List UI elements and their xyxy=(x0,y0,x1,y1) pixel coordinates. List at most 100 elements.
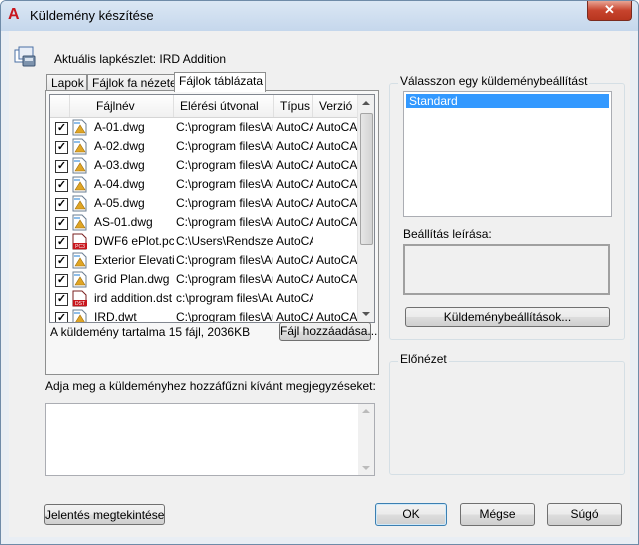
include-checkbox[interactable]: ✓ xyxy=(55,179,68,192)
cell-type: AutoCA xyxy=(276,158,313,172)
table-row[interactable]: ✓ Grid Plan.dwg C:\program files\Aut AutoC A… xyxy=(50,270,359,289)
preview-label: Előnézet xyxy=(398,352,449,366)
cell-path: C:\Users\Rendszerg xyxy=(176,234,273,248)
window-title: Küldemény készítése xyxy=(30,8,154,23)
cell-version: AutoCAD xyxy=(316,196,359,210)
scroll-down-icon[interactable] xyxy=(362,312,370,316)
header-type[interactable]: Típus xyxy=(274,95,313,117)
tab-sheets[interactable]: Lapok xyxy=(46,74,87,91)
dwg-file-icon xyxy=(72,138,88,155)
cell-version xyxy=(316,232,359,251)
table-row[interactable]: ✓ A-03.dwg C:\program files\AutAutoCAAutoC… xyxy=(50,156,359,175)
cell-version: AutoCAD xyxy=(316,310,359,323)
cell-version: AutoCAD xyxy=(316,272,359,286)
cell-type: AutoCA xyxy=(276,310,313,323)
cell-version: AutoCAD xyxy=(316,253,359,267)
cell-path: C:\program files\Aut xyxy=(176,177,273,191)
cell-path: C:\program files\Aut xyxy=(176,139,273,153)
dialog-window: A Küldemény készítése ✕ Aktuális lapkész… xyxy=(0,0,639,545)
include-checkbox[interactable]: ✓ xyxy=(55,122,68,135)
dwg-file-icon xyxy=(72,119,88,136)
notes-textarea[interactable] xyxy=(45,403,375,476)
transmittal-setups-button[interactable]: Küldeménybeállítások... xyxy=(405,307,610,327)
scroll-up-icon[interactable] xyxy=(362,101,370,105)
table-row[interactable]: ✓ AS-01.dwg C:\program files\AutAutoCAAuto… xyxy=(50,213,359,232)
dwg-file-icon xyxy=(72,195,88,212)
include-checkbox[interactable]: ✓ xyxy=(55,293,68,306)
table-row[interactable]: ✓ IRD.dwt C:\program files\AutAutoCAAutoCA… xyxy=(50,308,359,323)
include-checkbox[interactable]: ✓ xyxy=(55,274,68,287)
header-filename[interactable]: Fájlnév xyxy=(70,95,174,117)
table-row[interactable]: ✓ A-04.dwg C:\program files\AutAutoCAAutoC… xyxy=(50,175,359,194)
cell-filename: A-05.dwg xyxy=(94,196,145,210)
cell-path: C:\program files\Aut xyxy=(176,272,273,286)
setup-listbox[interactable]: Standard xyxy=(403,91,612,217)
table-row[interactable]: ✓ DST ird addition.dst c:\program files\Aut… xyxy=(50,289,359,308)
dwg-file-icon xyxy=(72,271,88,288)
cell-filename: Grid Plan.dwg xyxy=(94,272,170,286)
description-box xyxy=(403,244,610,295)
table-row[interactable]: ✓ A-05.dwg C:\program files\AutAutoCAAutoC… xyxy=(50,194,359,213)
include-checkbox[interactable]: ✓ xyxy=(55,160,68,173)
include-checkbox[interactable]: ✓ xyxy=(55,198,68,211)
include-checkbox[interactable]: ✓ xyxy=(55,312,68,322)
dwg-file-icon xyxy=(72,157,88,174)
cell-version: AutoCAD xyxy=(316,177,359,191)
setup-option-standard[interactable]: Standard xyxy=(406,94,609,108)
cell-version xyxy=(316,289,359,308)
header-version[interactable]: Verzió xyxy=(313,95,359,117)
table-rows: ✓A-01.dwgC:\program files\AutAutoCAAutoC… xyxy=(50,118,359,323)
cell-version: AutoCAD xyxy=(316,158,359,172)
cell-path: C:\program files\Aut xyxy=(176,215,273,229)
cancel-button[interactable]: Mégse xyxy=(460,503,535,526)
cell-path: c:\program files\Aut xyxy=(176,291,273,305)
add-file-button[interactable]: Fájl hozzáadása... xyxy=(279,322,377,341)
cell-type: AutoCA xyxy=(276,120,313,134)
table-row[interactable]: ✓ PC3 DWF6 ePlot.pc3C:\Users\RendszergAuto… xyxy=(50,232,359,251)
table-row[interactable]: ✓ Exterior Elevatio C:\program files\Aut Au… xyxy=(50,251,359,270)
header-checkbox-col xyxy=(50,95,70,117)
include-checkbox[interactable]: ✓ xyxy=(55,141,68,154)
file-table-panel: Fájlnév Elérési útvonal Típus Verzió ✓ A-… xyxy=(45,90,379,375)
cell-filename: A-03.dwg xyxy=(94,158,145,172)
cell-filename: DWF6 ePlot.pc3 xyxy=(94,234,174,248)
contents-summary: A küldemény tartalma 15 fájl, 2036KB xyxy=(50,325,251,339)
dialog-body: Aktuális lapkészlet: IRD Addition Lapok … xyxy=(9,31,630,537)
cell-path: C:\program files\Aut xyxy=(176,196,273,210)
sheet-set-icon xyxy=(14,46,36,67)
notes-scrollbar[interactable] xyxy=(358,404,374,475)
table-row[interactable]: ✓ A-02.dwg C:\program files\AutAutoCAAutoC… xyxy=(50,137,359,156)
view-report-button[interactable]: Jelentés megtekintése xyxy=(44,504,165,525)
file-table[interactable]: Fájlnév Elérési útvonal Típus Verzió ✓ A-… xyxy=(49,94,375,323)
cell-filename: AS-01.dwg xyxy=(94,215,153,229)
include-checkbox[interactable]: ✓ xyxy=(55,255,68,268)
cell-path: C:\program files\Aut xyxy=(176,120,273,134)
ok-button[interactable]: OK xyxy=(375,503,447,526)
title-bar[interactable]: A Küldemény készítése ✕ xyxy=(1,1,638,31)
table-header: Fájlnév Elérési útvonal Típus Verzió xyxy=(50,95,359,118)
header-path[interactable]: Elérési útvonal xyxy=(174,95,274,117)
cell-type: AutoCA xyxy=(276,196,313,210)
svg-text:DST: DST xyxy=(75,301,85,307)
include-checkbox[interactable]: ✓ xyxy=(55,236,68,249)
scroll-thumb[interactable] xyxy=(360,113,373,245)
table-scrollbar[interactable] xyxy=(357,95,374,322)
cell-type: AutoCA xyxy=(276,139,313,153)
svg-text:PC3: PC3 xyxy=(75,244,85,250)
cell-filename: A-01.dwg xyxy=(94,120,145,134)
notes-scroll-down-icon[interactable] xyxy=(362,466,370,470)
cell-filename: ird addition.dst xyxy=(94,291,173,305)
cell-filename: IRD.dwt xyxy=(94,310,137,323)
notes-scroll-up-icon[interactable] xyxy=(362,409,370,413)
table-row[interactable]: ✓ A-01.dwg C:\program files\AutAutoCAAutoC… xyxy=(50,118,359,137)
tab-file-tree[interactable]: Fájlok fa nézete xyxy=(87,74,181,91)
include-checkbox[interactable]: ✓ xyxy=(55,217,68,230)
cell-path: C:\program files\Aut xyxy=(176,253,273,267)
dwg-file-icon xyxy=(72,176,88,193)
help-button[interactable]: Súgó xyxy=(547,503,622,526)
dwg-file-icon xyxy=(72,214,88,231)
cell-path: C:\program files\Aut xyxy=(176,158,273,172)
cell-filename: A-04.dwg xyxy=(94,177,145,191)
tab-file-table[interactable]: Fájlok táblázata xyxy=(174,72,266,92)
close-button[interactable]: ✕ xyxy=(587,1,632,21)
